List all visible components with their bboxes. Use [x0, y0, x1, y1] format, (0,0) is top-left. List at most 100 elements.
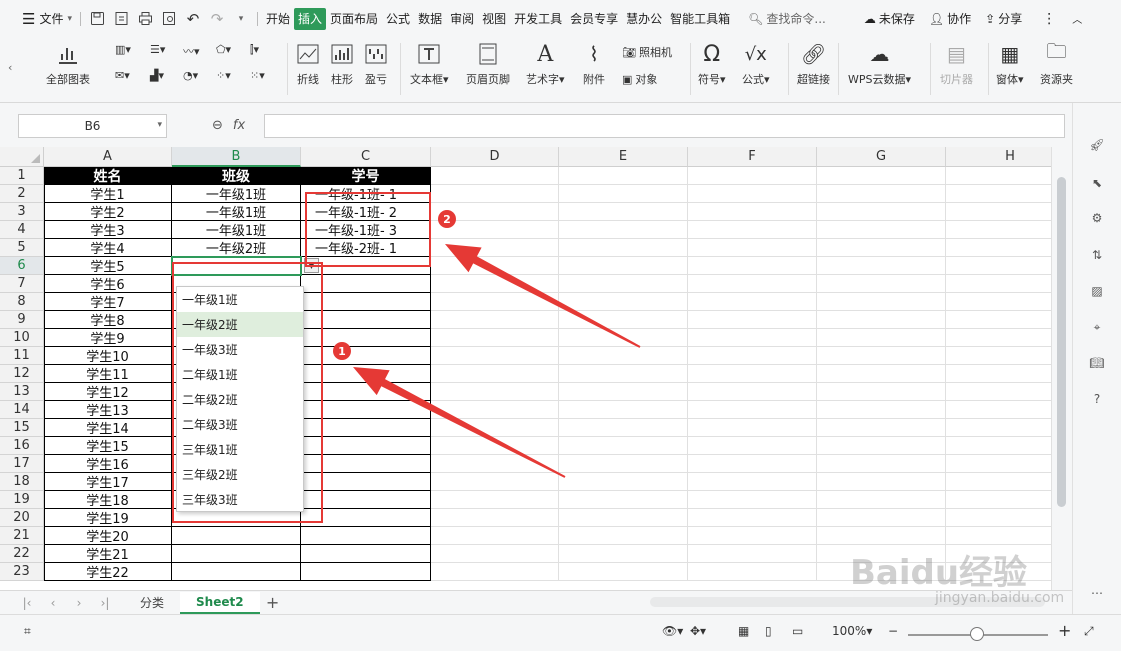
other-chart-dropdown[interactable]: ⁙▾	[250, 69, 265, 82]
cell-e14[interactable]	[559, 401, 688, 419]
more-icon[interactable]: ⋯	[1087, 583, 1107, 603]
rocket-icon[interactable]: 🚀︎	[1087, 135, 1107, 155]
resource-folder-button[interactable]: 🗀 资源夹	[1040, 39, 1073, 87]
cell-f3[interactable]	[688, 203, 817, 221]
cell-a15[interactable]: 学生14	[44, 419, 172, 437]
cell-h9[interactable]	[946, 311, 1051, 329]
sparkline-winloss-button[interactable]: 盈亏	[364, 41, 388, 87]
cell-e19[interactable]	[559, 491, 688, 509]
last-sheet-icon[interactable]: ›|	[92, 596, 118, 610]
cell-e12[interactable]	[559, 365, 688, 383]
cell-h18[interactable]	[946, 473, 1051, 491]
sheet-tab-sheet2[interactable]: Sheet2	[180, 591, 260, 614]
cell-a18[interactable]: 学生17	[44, 473, 172, 491]
cell-d17[interactable]	[431, 455, 559, 473]
cell-f21[interactable]	[688, 527, 817, 545]
cell-a11[interactable]: 学生10	[44, 347, 172, 365]
header-footer-button[interactable]: 页眉页脚	[466, 41, 510, 87]
row-header-23[interactable]: 23	[0, 563, 44, 581]
column-header-g[interactable]: G	[817, 147, 946, 167]
row-header-19[interactable]: 19	[0, 491, 44, 509]
area-chart-dropdown[interactable]: ▟▾	[150, 69, 164, 82]
cell-h3[interactable]	[946, 203, 1051, 221]
chevron-down-icon[interactable]: ▾	[157, 120, 162, 130]
cell-b2[interactable]: 一年级1班	[172, 185, 301, 203]
cell-d23[interactable]	[431, 563, 559, 581]
cell-g16[interactable]	[817, 437, 946, 455]
image-gallery-icon[interactable]: ▨	[1087, 281, 1107, 301]
row-header-21[interactable]: 21	[0, 527, 44, 545]
eye-protection-icon[interactable]: 👁︎▾	[662, 624, 683, 638]
pie-chart-dropdown[interactable]: ◔▾	[183, 69, 198, 82]
cell-c1[interactable]: 学号	[301, 167, 431, 185]
tab-home[interactable]: 开始	[262, 8, 294, 30]
cell-d22[interactable]	[431, 545, 559, 563]
wps-cloud-data-button[interactable]: ☁ WPS云数据▾	[848, 41, 911, 87]
cell-h12[interactable]	[946, 365, 1051, 383]
cell-d14[interactable]	[431, 401, 559, 419]
cell-a12[interactable]: 学生11	[44, 365, 172, 383]
next-sheet-icon[interactable]: ›	[66, 596, 92, 610]
cell-g10[interactable]	[817, 329, 946, 347]
sparkline-line-button[interactable]: 折线	[296, 41, 320, 87]
cell-f2[interactable]	[688, 185, 817, 203]
cell-g2[interactable]	[817, 185, 946, 203]
cell-g18[interactable]	[817, 473, 946, 491]
cell-e4[interactable]	[559, 221, 688, 239]
cell-f16[interactable]	[688, 437, 817, 455]
cell-b22[interactable]	[172, 545, 301, 563]
cell-h13[interactable]	[946, 383, 1051, 401]
first-sheet-icon[interactable]: |‹	[14, 596, 40, 610]
cell-f18[interactable]	[688, 473, 817, 491]
cell-e2[interactable]	[559, 185, 688, 203]
cell-a4[interactable]: 学生3	[44, 221, 172, 239]
cell-g5[interactable]	[817, 239, 946, 257]
cell-b21[interactable]	[172, 527, 301, 545]
cell-d19[interactable]	[431, 491, 559, 509]
row-header-6[interactable]: 6	[0, 257, 44, 275]
cell-e1[interactable]	[559, 167, 688, 185]
main-menu-button[interactable]: ☰ 文件 ▾	[18, 8, 76, 30]
column-header-f[interactable]: F	[688, 147, 817, 167]
map-chart-dropdown[interactable]: ✉▾	[115, 69, 130, 82]
help-icon[interactable]: ?	[1087, 389, 1107, 409]
zoom-slider-knob[interactable]	[970, 627, 984, 641]
cell-f5[interactable]	[688, 239, 817, 257]
row-header-18[interactable]: 18	[0, 473, 44, 491]
cell-e10[interactable]	[559, 329, 688, 347]
cell-d18[interactable]	[431, 473, 559, 491]
zoom-out-icon[interactable]: −	[888, 624, 898, 638]
cell-g13[interactable]	[817, 383, 946, 401]
cell-a8[interactable]: 学生7	[44, 293, 172, 311]
cursor-select-icon[interactable]: ⬉	[1087, 173, 1107, 193]
cell-a3[interactable]: 学生2	[44, 203, 172, 221]
line-chart-dropdown[interactable]: 〰▾	[183, 43, 200, 59]
slicer-button[interactable]: ▤ 切片器	[940, 41, 973, 87]
cell-a22[interactable]: 学生21	[44, 545, 172, 563]
cell-d1[interactable]	[431, 167, 559, 185]
cell-f12[interactable]	[688, 365, 817, 383]
settings-sliders-icon[interactable]: ⚙	[1087, 208, 1107, 228]
cell-e13[interactable]	[559, 383, 688, 401]
radar-chart-dropdown[interactable]: ⬠▾	[216, 43, 231, 56]
column-chart-dropdown[interactable]: ▥▾	[115, 43, 131, 56]
row-header-10[interactable]: 10	[0, 329, 44, 347]
cell-e16[interactable]	[559, 437, 688, 455]
row-header-4[interactable]: 4	[0, 221, 44, 239]
row-header-11[interactable]: 11	[0, 347, 44, 365]
function-icon[interactable]: fx	[233, 118, 245, 133]
cell-a7[interactable]: 学生6	[44, 275, 172, 293]
tab-review[interactable]: 审阅	[446, 8, 478, 30]
cell-e8[interactable]	[559, 293, 688, 311]
tab-member[interactable]: 会员专享	[566, 8, 622, 30]
cell-h4[interactable]	[946, 221, 1051, 239]
collaborate-button[interactable]: 👤︎ 协作	[925, 8, 975, 30]
row-header-14[interactable]: 14	[0, 401, 44, 419]
cell-e6[interactable]	[559, 257, 688, 275]
cell-f20[interactable]	[688, 509, 817, 527]
cell-g9[interactable]	[817, 311, 946, 329]
cell-h7[interactable]	[946, 275, 1051, 293]
cell-g7[interactable]	[817, 275, 946, 293]
undo-icon[interactable]: ↶	[185, 10, 201, 28]
cell-a19[interactable]: 学生18	[44, 491, 172, 509]
